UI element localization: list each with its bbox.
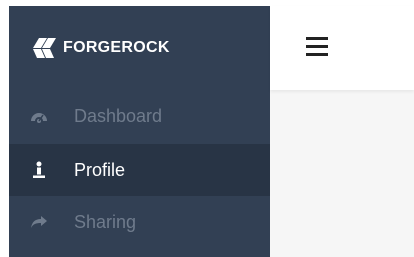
- sidebar-item-label: Profile: [74, 159, 126, 180]
- sidebar-item-label: Dashboard: [74, 105, 163, 126]
- tachometer-icon: [29, 106, 49, 126]
- hamburger-menu-icon[interactable]: [306, 37, 328, 57]
- brand-logo[interactable]: FORGEROCK: [31, 36, 170, 60]
- main-content: [270, 90, 414, 257]
- sidebar: FORGEROCK Dashboard Profile Sharing: [9, 6, 270, 257]
- sidebar-item-dashboard[interactable]: Dashboard: [9, 90, 270, 142]
- sidebar-item-profile[interactable]: Profile: [9, 144, 270, 196]
- sidebar-item-label: Sharing: [74, 211, 137, 232]
- top-navbar: [270, 6, 414, 90]
- brand-name: FORGEROCK: [63, 39, 170, 56]
- share-arrow-icon: [29, 212, 49, 232]
- user-icon: [29, 160, 49, 180]
- forgerock-logo-icon: [33, 38, 56, 58]
- sidebar-item-sharing[interactable]: Sharing: [9, 196, 270, 248]
